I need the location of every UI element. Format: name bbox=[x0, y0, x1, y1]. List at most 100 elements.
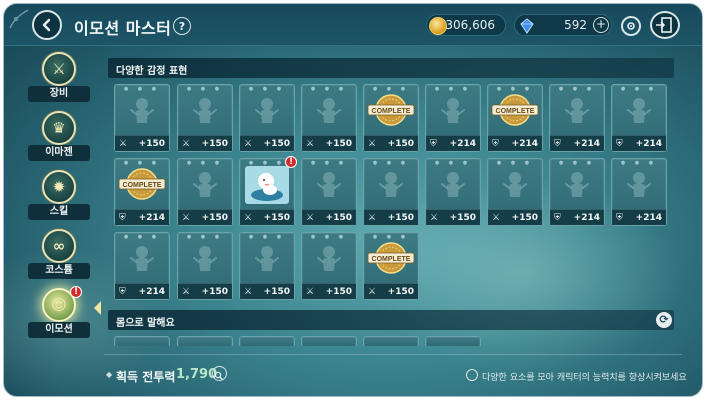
emotion-collection-panel: 다양한 감정 표현 ● ● ● ⚔ +150 ● ● ● ⚔ +150 ● ● ● ⚔ +150… bbox=[108, 56, 680, 346]
sidebar-item-skill[interactable]: ✹ 스킬 bbox=[28, 170, 90, 228]
stat-bonus-value: +150 bbox=[201, 139, 228, 149]
complete-seal-icon: COMPLETE bbox=[367, 94, 415, 126]
gold-currency: 306,606 bbox=[426, 14, 506, 36]
emotion-card[interactable]: ● ● ● ⚔ +150 bbox=[177, 232, 233, 300]
sidebar-item-imagen[interactable]: ♛ 이마젠 bbox=[28, 111, 90, 169]
emotion-card[interactable]: ● ● ● COMPLETE ⚔ +150 bbox=[363, 232, 419, 300]
sidebar-item-label: 이마젠 bbox=[28, 145, 90, 161]
emotion-card[interactable]: ● ● ● ⚔ +150 bbox=[239, 84, 295, 152]
card-decoration: ● ● ● bbox=[123, 160, 161, 166]
emotion-card[interactable] bbox=[114, 336, 170, 346]
emotion-figure-icon bbox=[317, 172, 341, 197]
emotion-card[interactable]: ● ● ● ⚔ +150 bbox=[425, 158, 481, 226]
exit-door-icon bbox=[656, 17, 672, 33]
emotion-card[interactable]: ● ● ● ⛨ +214 bbox=[611, 84, 667, 152]
emotion-figure-icon bbox=[441, 98, 465, 123]
card-stat-bar: ⛨ +214 bbox=[115, 283, 169, 299]
emotion-figure-icon bbox=[193, 98, 217, 123]
stat-bonus-value: +150 bbox=[263, 287, 290, 297]
shield-icon: ⛨ bbox=[119, 213, 126, 223]
emotion-master-screen: 이모션 마스터 ? 306,606 592 + ⚔ 장비 ♛ 이마젠 ✹ 스킬 … bbox=[3, 3, 703, 397]
category-sidebar: ⚔ 장비 ♛ 이마젠 ✹ 스킬 ∞ 코스튬 ☺ ! 이모션 bbox=[12, 50, 101, 350]
shield-icon: ⛨ bbox=[616, 139, 623, 149]
imagen-icon: ♛ bbox=[42, 111, 76, 145]
card-decoration: ● ● ● bbox=[496, 86, 534, 92]
sword-icon: ⚔ bbox=[368, 287, 377, 297]
emotion-card[interactable]: ● ● ● ⚔ +150 bbox=[487, 158, 543, 226]
emotion-figure-icon bbox=[627, 98, 651, 123]
gem-amount: 592 bbox=[564, 18, 587, 32]
settings-button[interactable] bbox=[621, 16, 641, 36]
emotion-card[interactable]: ● ● ● ⚔ +150! bbox=[239, 156, 297, 226]
emotion-figure-icon bbox=[193, 246, 217, 271]
emotion-card[interactable]: ● ● ● ⛨ +214 bbox=[114, 232, 170, 300]
card-stat-bar: ⚔ +150 bbox=[302, 283, 356, 299]
emotion-figure-icon bbox=[317, 246, 341, 271]
emotion-card[interactable]: ● ● ● ⚔ +150 bbox=[301, 232, 357, 300]
emotion-card[interactable] bbox=[177, 336, 233, 346]
emotion-card[interactable]: ● ● ● ⛨ +214 bbox=[549, 84, 605, 152]
emotion-card[interactable]: ● ● ● ⚔ +150 bbox=[239, 232, 295, 300]
sidebar-item-costume[interactable]: ∞ 코스튬 bbox=[28, 229, 90, 287]
gold-coin-icon bbox=[429, 17, 447, 35]
shield-icon: ⛨ bbox=[616, 213, 623, 223]
gem-currency: 592 + bbox=[514, 14, 612, 36]
back-button[interactable] bbox=[32, 10, 62, 40]
emotion-card[interactable]: ● ● ● ⛨ +214 bbox=[549, 158, 605, 226]
emotion-figure-icon bbox=[193, 172, 217, 197]
diamond-bullet-icon: ◆ bbox=[106, 370, 113, 379]
emotion-card[interactable]: ● ● ● COMPLETE ⚔ +150 bbox=[363, 84, 419, 152]
emotion-card[interactable]: ● ● ● ⚔ +150 bbox=[301, 158, 357, 226]
card-stat-bar: ⚔ +150 bbox=[364, 283, 418, 299]
card-stat-bar: ⛨ +214 bbox=[550, 209, 604, 225]
add-gem-button[interactable]: + bbox=[593, 17, 609, 33]
emotion-card[interactable]: ● ● ● COMPLETE ⛨ +214 bbox=[487, 84, 543, 152]
sword-icon: ⚔ bbox=[306, 213, 315, 223]
alert-badge: ! bbox=[70, 286, 82, 298]
gear-icon bbox=[627, 22, 635, 30]
card-stat-bar: ⛨ +214 bbox=[612, 135, 666, 151]
emotion-card[interactable] bbox=[239, 336, 295, 346]
complete-seal-icon: COMPLETE bbox=[118, 168, 166, 200]
sword-icon: ⚔ bbox=[182, 213, 191, 223]
hint-icon bbox=[466, 369, 478, 381]
sidebar-item-equipment[interactable]: ⚔ 장비 bbox=[28, 52, 90, 110]
sword-icon: ⚔ bbox=[119, 139, 128, 149]
power-detail-button[interactable] bbox=[212, 366, 227, 381]
help-button[interactable]: ? bbox=[173, 17, 191, 35]
sidebar-item-emotion[interactable]: ☺ ! 이모션 bbox=[28, 286, 90, 346]
emotion-card[interactable] bbox=[425, 336, 481, 346]
stat-bonus-value: +214 bbox=[573, 139, 600, 149]
sidebar-item-label: 이모션 bbox=[28, 322, 90, 338]
card-stat-bar: ⛨ +214 bbox=[426, 135, 480, 151]
sidebar-item-label: 장비 bbox=[28, 86, 90, 102]
emotion-card[interactable]: ● ● ● ⚔ +150 bbox=[177, 84, 233, 152]
card-stat-bar: ⛨ +214 bbox=[550, 135, 604, 151]
card-stat-bar: ⚔ +150 bbox=[178, 135, 232, 151]
emotion-card[interactable]: ● ● ● ⛨ +214 bbox=[611, 158, 667, 226]
sword-icon: ⚔ bbox=[182, 287, 191, 297]
emotion-figure-icon bbox=[130, 246, 154, 271]
svg-text:COMPLETE: COMPLETE bbox=[372, 256, 411, 263]
emotion-figure-icon bbox=[565, 98, 589, 123]
emotion-card[interactable]: ● ● ● ⚔ +150 bbox=[363, 158, 419, 226]
refresh-button[interactable]: ⟳ bbox=[656, 312, 672, 328]
exit-button[interactable] bbox=[650, 11, 680, 39]
emotion-figure-icon bbox=[565, 172, 589, 197]
emotion-card[interactable]: ● ● ● ⚔ +150 bbox=[301, 84, 357, 152]
card-stat-bar: ⛨ +214 bbox=[115, 209, 169, 225]
shield-icon: ⛨ bbox=[119, 287, 126, 297]
stat-bonus-value: +150 bbox=[325, 287, 352, 297]
stat-bonus-value: +150 bbox=[263, 139, 290, 149]
svg-text:COMPLETE: COMPLETE bbox=[123, 182, 162, 189]
sidebar-item-label: 스킬 bbox=[28, 204, 90, 220]
emotion-card[interactable]: ● ● ● ⛨ +214 bbox=[425, 84, 481, 152]
stat-bonus-value: +214 bbox=[449, 139, 476, 149]
emotion-card[interactable]: ● ● ● ⚔ +150 bbox=[114, 84, 170, 152]
emotion-card[interactable]: ● ● ● ⚔ +150 bbox=[177, 158, 233, 226]
emotion-figure-icon bbox=[255, 246, 279, 271]
page-title: 이모션 마스터 bbox=[74, 19, 172, 38]
emotion-card[interactable]: ● ● ● COMPLETE ⛨ +214 bbox=[114, 158, 170, 226]
emotion-card[interactable] bbox=[363, 336, 419, 346]
emotion-card[interactable] bbox=[301, 336, 357, 346]
